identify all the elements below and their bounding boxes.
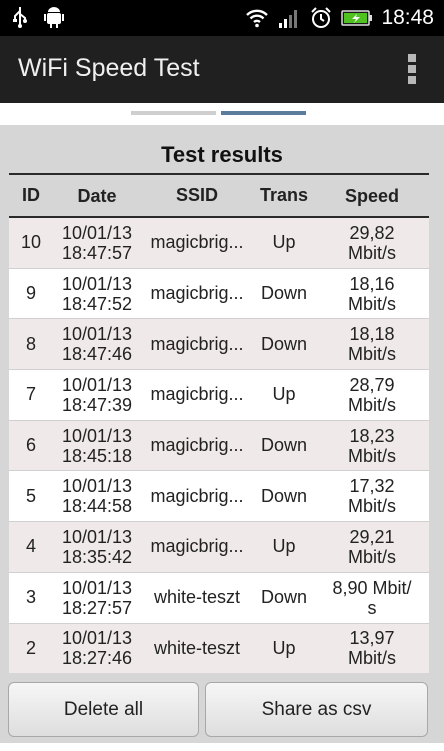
- battery-icon: [341, 10, 373, 26]
- android-debug-icon: [44, 7, 64, 28]
- action-bar: WiFi Speed Test: [0, 36, 444, 103]
- column-header-ssid: SSID: [175, 185, 218, 205]
- cell-date: 10/01/13 18:47:52: [61, 273, 133, 314]
- cell-ssid: magicbrig...: [150, 485, 244, 506]
- table-row[interactable]: 8 10/01/13 18:47:46 magicbrig... Down 18,…: [9, 319, 429, 371]
- cell-speed: 29,82 Mbit/s: [347, 222, 396, 263]
- usb-icon: [13, 7, 27, 28]
- app-title: WiFi Speed Test: [18, 54, 200, 82]
- cell-id: 3: [25, 587, 36, 608]
- cell-trans: Down: [260, 283, 308, 304]
- cell-speed: 8,90 Mbit/s: [332, 577, 412, 618]
- cell-speed: 29,21 Mbit/s: [347, 526, 396, 567]
- cell-date: 10/01/13 18:47:46: [61, 324, 133, 365]
- cell-ssid: magicbrig...: [150, 536, 244, 557]
- results-panel: Test results ID Date SSID Trans Speed 10…: [0, 125, 444, 675]
- button-bar: Delete all Share as csv: [0, 673, 444, 743]
- share-csv-button[interactable]: Share as csv: [205, 682, 428, 737]
- cell-speed: 18,16 Mbit/s: [347, 273, 396, 314]
- cell-ssid: magicbrig...: [150, 333, 244, 354]
- cell-date: 10/01/13 18:45:18: [61, 425, 133, 466]
- table-row[interactable]: 7 10/01/13 18:47:39 magicbrig... Up 28,79…: [9, 370, 429, 421]
- cell-date: 10/01/13 18:27:46: [61, 628, 133, 669]
- cell-id: 9: [25, 283, 36, 304]
- cell-speed: 28,79 Mbit/s: [347, 374, 396, 415]
- table-row[interactable]: 10 10/01/13 18:47:57 magicbrig... Up 29,8…: [9, 218, 429, 269]
- cell-ssid: white-teszt: [153, 637, 241, 658]
- table-row[interactable]: 3 10/01/13 18:27:57 white-teszt Down 8,90…: [9, 572, 429, 624]
- overflow-menu-icon[interactable]: [406, 54, 418, 86]
- cell-trans: Down: [260, 333, 308, 354]
- wifi-icon: [246, 9, 269, 28]
- cell-id: 10: [20, 232, 42, 253]
- cell-trans: Down: [260, 587, 308, 608]
- results-title: Test results: [161, 142, 283, 167]
- cell-date: 10/01/13 18:35:42: [61, 526, 133, 567]
- cell-date: 10/01/13 18:47:57: [61, 222, 133, 263]
- column-header-trans: Trans: [259, 185, 309, 205]
- cell-date: 10/01/13 18:27:57: [61, 577, 133, 618]
- table-row[interactable]: 9 10/01/13 18:47:52 magicbrig... Down 18,…: [9, 268, 429, 320]
- cell-ssid: magicbrig...: [150, 435, 244, 456]
- cell-trans: Down: [260, 435, 308, 456]
- status-bar: 18:48: [0, 0, 444, 36]
- cell-trans: Down: [260, 485, 308, 506]
- cell-speed: 13,97 Mbit/s: [347, 628, 396, 669]
- cell-date: 10/01/13 18:44:58: [61, 476, 133, 517]
- column-header-date: Date: [77, 185, 117, 206]
- cell-id: 2: [25, 637, 36, 658]
- cell-trans: Up: [272, 536, 296, 557]
- signal-icon: [279, 10, 298, 28]
- cell-speed: 18,23 Mbit/s: [347, 425, 396, 466]
- alarm-icon: [311, 7, 332, 28]
- table-row[interactable]: 2 10/01/13 18:27:46 white-teszt Up 13,97 M…: [9, 623, 429, 675]
- table-row[interactable]: 6 10/01/13 18:45:18 magicbrig... Down 18,…: [9, 420, 429, 472]
- column-header-id: ID: [22, 185, 40, 205]
- cell-speed: 17,32 Mbit/s: [347, 476, 396, 517]
- cell-id: 8: [25, 333, 36, 354]
- page-indicator-2-active[interactable]: [221, 111, 306, 115]
- page-indicator-1[interactable]: [131, 111, 216, 115]
- cell-date: 10/01/13 18:47:39: [61, 374, 133, 415]
- cell-ssid: white-teszt: [153, 587, 241, 608]
- clock-time: 18:48: [381, 6, 434, 29]
- table-row[interactable]: 4 10/01/13 18:35:42 magicbrig... Up 29,21…: [9, 522, 429, 573]
- bottom-edge: [0, 743, 444, 751]
- cell-ssid: magicbrig...: [150, 232, 244, 253]
- cell-trans: Up: [272, 232, 296, 253]
- page-indicator: [0, 103, 444, 125]
- column-header-speed: Speed: [344, 185, 400, 206]
- cell-id: 6: [25, 435, 36, 456]
- cell-ssid: magicbrig...: [150, 283, 244, 304]
- cell-speed: 18,18 Mbit/s: [347, 324, 396, 365]
- cell-id: 5: [25, 485, 36, 506]
- cell-trans: Up: [272, 637, 296, 658]
- cell-id: 7: [25, 384, 36, 405]
- cell-trans: Up: [272, 384, 296, 405]
- cell-id: 4: [25, 536, 36, 557]
- table-row[interactable]: 5 10/01/13 18:44:58 magicbrig... Down 17,…: [9, 471, 429, 523]
- table-header: ID Date SSID Trans Speed: [9, 173, 429, 218]
- results-table: ID Date SSID Trans Speed 10 10/01/13 18:4…: [9, 173, 429, 675]
- delete-all-button[interactable]: Delete all: [8, 682, 199, 737]
- cell-ssid: magicbrig...: [150, 384, 244, 405]
